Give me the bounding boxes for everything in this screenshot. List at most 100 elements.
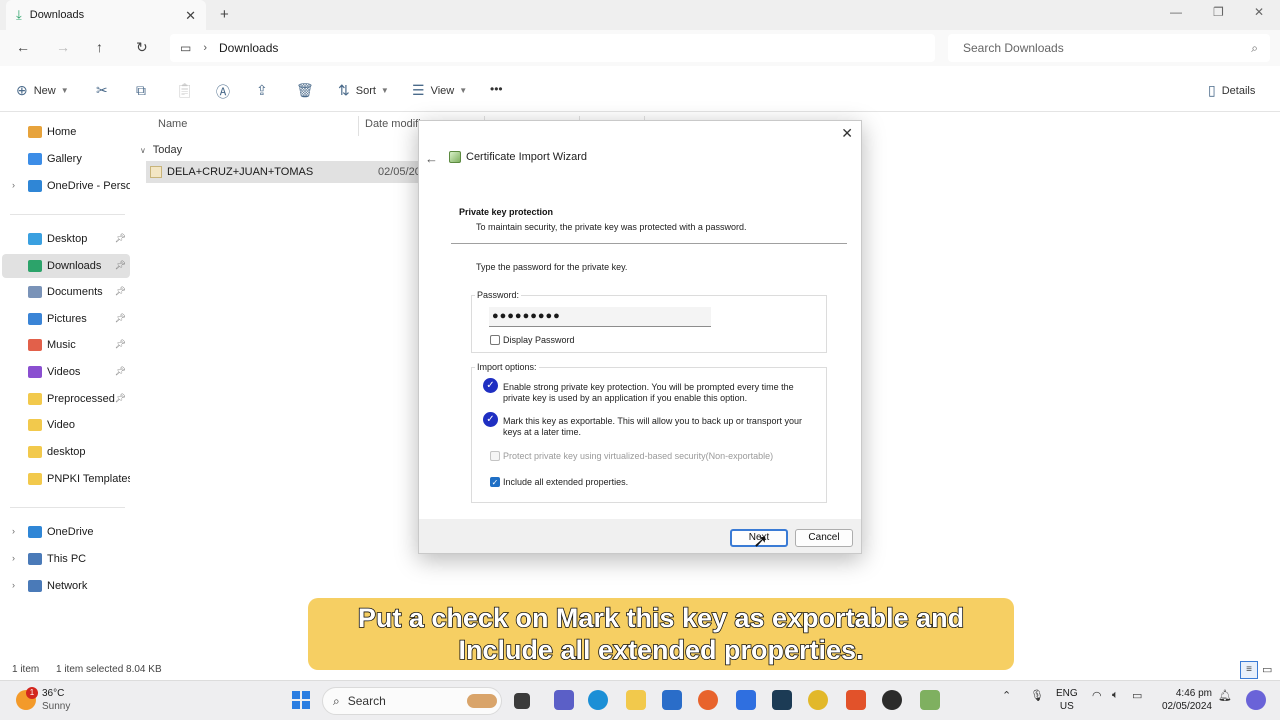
start-button[interactable] <box>292 691 310 709</box>
vbs-protection-checkbox[interactable] <box>490 451 500 461</box>
sidebar-item-desktop[interactable]: Desktop 📌︎ <box>2 227 130 251</box>
brave-icon[interactable] <box>846 690 866 710</box>
new-button[interactable]: ⊕ New ▼ <box>16 82 69 99</box>
close-dialog-icon[interactable]: ✕ <box>841 125 853 142</box>
battery-icon[interactable]: ▭ <box>1132 689 1142 702</box>
tiles-view-icon[interactable]: ▭ <box>1262 663 1272 676</box>
back-arrow-icon[interactable]: ← <box>16 39 30 55</box>
restore-icon[interactable]: ❐ <box>1213 5 1224 19</box>
volume-icon[interactable]: 🔈︎ <box>1112 689 1119 702</box>
file-explorer-icon[interactable] <box>626 690 646 710</box>
group-header-today[interactable]: ∨ Today <box>140 144 182 156</box>
mail-icon[interactable] <box>662 690 682 710</box>
display-password-checkbox[interactable] <box>490 335 500 345</box>
more-options-button[interactable]: ••• <box>490 82 503 96</box>
sidebar-item-home[interactable]: Home <box>2 120 130 144</box>
dropbox-icon[interactable] <box>736 690 756 710</box>
certificate-wizard-taskbar-icon[interactable] <box>920 690 940 710</box>
teams-icon[interactable] <box>554 690 574 710</box>
sidebar-item-preprocessed[interactable]: Preprocessed 📌︎ <box>2 387 130 411</box>
paste-button[interactable]: 📋︎ <box>176 82 200 99</box>
sidebar-item-gallery[interactable]: Gallery <box>2 147 130 171</box>
sidebar-item-network[interactable]: › Network <box>2 574 130 598</box>
strong-protection-checkbox[interactable]: ✓ <box>483 378 498 393</box>
details-view-icon[interactable]: ≡ <box>1240 661 1258 679</box>
taskbar: 1 36°C Sunny ⌕ Search ⌃ 🎙︎ ENG US ◠ 🔈︎ ▭… <box>0 680 1280 720</box>
certificate-file-icon <box>150 166 162 178</box>
copy-button[interactable]: ⧉ <box>136 82 152 99</box>
obs-icon[interactable] <box>882 690 902 710</box>
delete-button[interactable]: 🗑︎ <box>296 82 320 99</box>
sort-label: Sort <box>355 84 376 97</box>
expand-chevron-icon[interactable]: › <box>12 180 15 190</box>
sidebar-item-desktop[interactable]: desktop <box>2 440 130 464</box>
mouse-cursor-icon: ➚ <box>753 531 769 551</box>
sidebar-item-video[interactable]: Video <box>2 413 130 437</box>
video-caption: Put a check on Mark this key as exportab… <box>308 598 1014 670</box>
column-header-date[interactable]: Date modifi <box>365 118 421 130</box>
sidebar-item-label: desktop <box>47 446 86 458</box>
chrome-icon[interactable] <box>808 690 828 710</box>
weather-text: 36°C Sunny <box>42 687 70 713</box>
sidebar-item-pnpki-templates[interactable]: PNPKI Templates <box>2 467 130 491</box>
sidebar-item-this-pc[interactable]: › This PC <box>2 547 130 571</box>
expand-chevron-icon[interactable]: › <box>12 526 15 536</box>
up-arrow-icon[interactable]: ↑ <box>96 39 103 55</box>
firefox-icon[interactable] <box>698 690 718 710</box>
close-tab-icon[interactable]: ✕ <box>185 8 196 24</box>
exportable-checkbox[interactable]: ✓ <box>483 412 498 427</box>
wifi-icon[interactable]: ◠ <box>1092 689 1102 702</box>
close-window-icon[interactable]: ✕ <box>1254 5 1264 19</box>
address-bar-row: ← → ↑ ↻ ▭ › Downloads Search Downloads ⌕ <box>0 30 1280 66</box>
breadcrumb[interactable]: Downloads <box>219 41 278 55</box>
search-input[interactable]: Search Downloads ⌕ <box>948 34 1270 62</box>
expand-chevron-icon[interactable]: › <box>12 580 15 590</box>
exportable-line1: Mark this key as exportable. This will a… <box>503 416 802 426</box>
language-indicator[interactable]: ENG US <box>1056 687 1078 713</box>
rename-button[interactable]: Ⓐ <box>216 82 236 102</box>
minimize-icon[interactable]: — <box>1170 5 1182 19</box>
sidebar-item-label: Preprocessed <box>47 393 115 405</box>
details-button[interactable]: ▯ Details <box>1208 82 1255 99</box>
sidebar-item-videos[interactable]: Videos 📌︎ <box>2 360 130 384</box>
sort-button[interactable]: ⇅ Sort ▼ <box>338 82 389 99</box>
expand-chevron-icon[interactable]: › <box>12 553 15 563</box>
cancel-button[interactable]: Cancel <box>795 529 853 547</box>
rename-icon: Ⓐ <box>216 84 230 100</box>
task-view-icon[interactable] <box>514 693 530 709</box>
back-arrow-icon[interactable]: ← <box>425 151 438 166</box>
view-button[interactable]: ☰ View ▼ <box>412 82 467 99</box>
chevron-up-icon[interactable]: ⌃ <box>1002 689 1011 702</box>
this-pc-icon <box>28 553 42 565</box>
share-button[interactable]: ⇪ <box>256 82 274 99</box>
edge-icon[interactable] <box>588 690 608 710</box>
cut-button[interactable]: ✂ <box>96 82 114 99</box>
microphone-icon[interactable]: 🎙︎ <box>1030 689 1044 702</box>
notification-bell-icon[interactable]: 🔔︎ <box>1218 689 1232 702</box>
address-bar[interactable]: ▭ › Downloads <box>170 34 935 62</box>
app-icon[interactable] <box>772 690 792 710</box>
copilot-icon[interactable] <box>1246 690 1266 710</box>
sidebar-item-pictures[interactable]: Pictures 📌︎ <box>2 307 130 331</box>
weather-widget[interactable]: 1 36°C Sunny <box>16 687 70 713</box>
password-field[interactable]: ●●●●●●●●● <box>489 307 711 327</box>
file-row[interactable]: DELA+CRUZ+JUAN+TOMAS 02/05/2024 <box>146 161 436 183</box>
sidebar-item-music[interactable]: Music 📌︎ <box>2 333 130 357</box>
sidebar-item-onedrive-persona[interactable]: › OneDrive - Persona <box>2 174 130 198</box>
new-tab-button[interactable]: + <box>220 6 229 23</box>
lang-line2: US <box>1059 701 1074 712</box>
sidebar-item-downloads[interactable]: Downloads 📌︎ <box>2 254 130 278</box>
extended-properties-checkbox[interactable]: ✓ <box>490 477 500 487</box>
column-separator[interactable] <box>358 116 359 136</box>
column-header-name[interactable]: Name <box>158 118 187 130</box>
refresh-icon[interactable]: ↻ <box>136 39 148 56</box>
dialog-title-text: Certificate Import Wizard <box>466 151 588 163</box>
sidebar-item-label: Videos <box>47 366 81 378</box>
tab-downloads[interactable]: ⤓ Downloads ✕ <box>6 0 206 30</box>
forward-arrow-icon[interactable]: → <box>56 39 70 55</box>
clock[interactable]: 4:46 pm 02/05/2024 <box>1160 687 1212 713</box>
sun-icon: 1 <box>16 687 38 710</box>
sidebar-item-onedrive[interactable]: › OneDrive <box>2 520 130 544</box>
sidebar-item-documents[interactable]: Documents 📌︎ <box>2 280 130 304</box>
taskbar-search[interactable]: ⌕ Search <box>322 687 502 715</box>
